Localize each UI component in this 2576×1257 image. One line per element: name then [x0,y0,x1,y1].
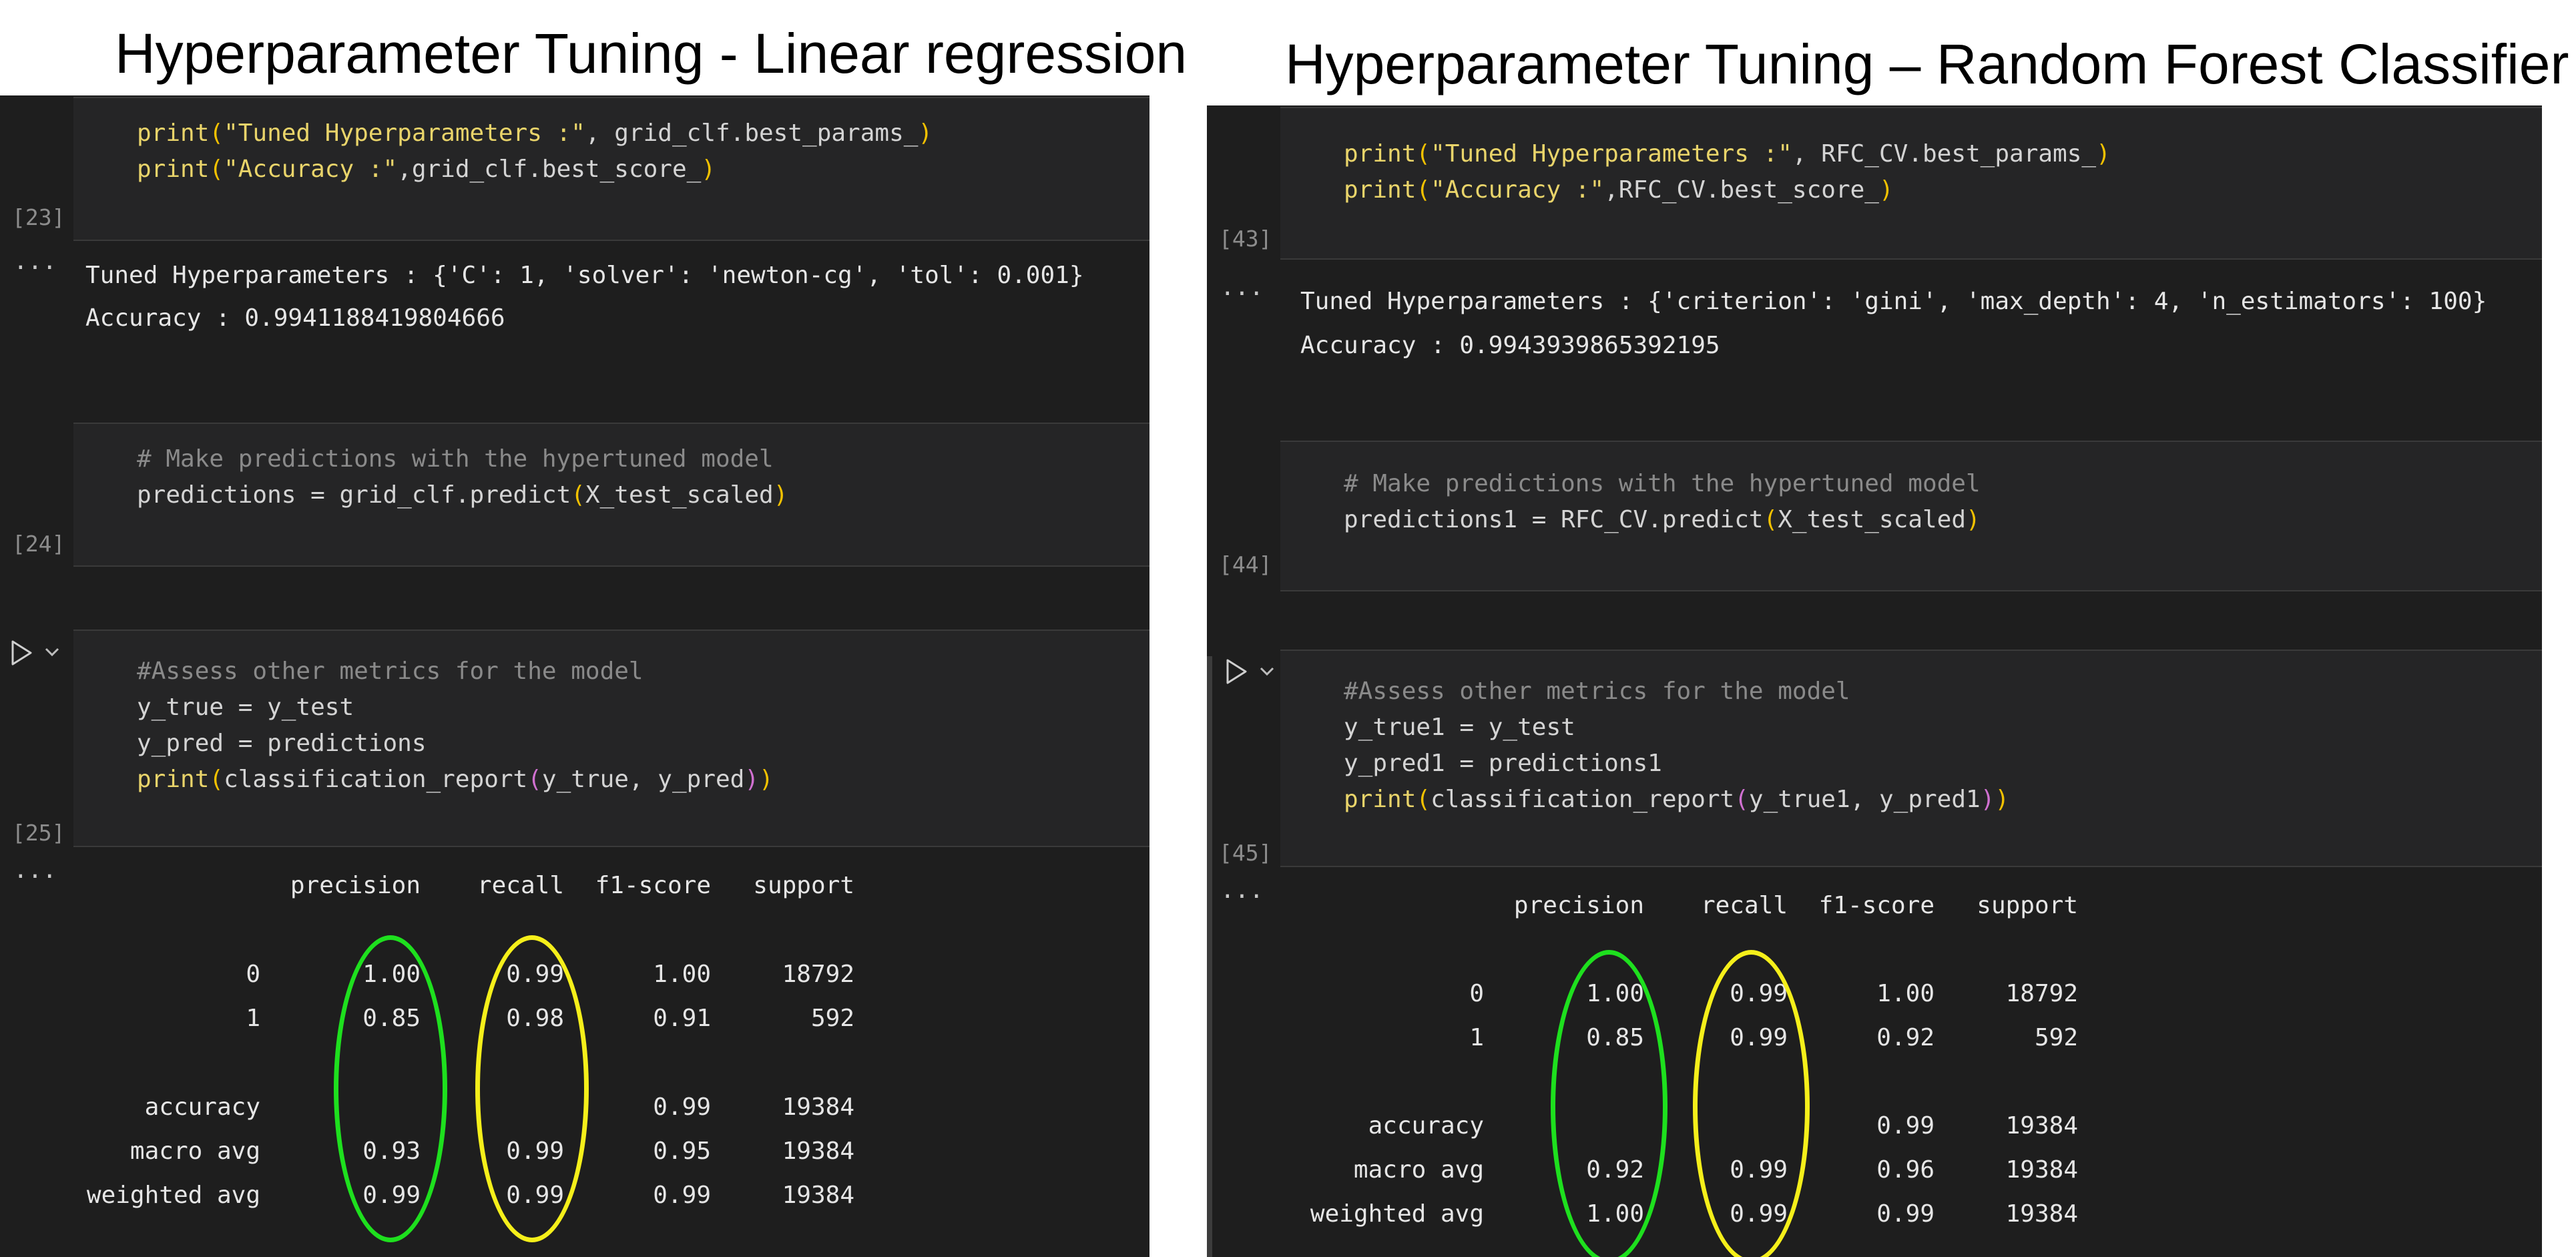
f1-value: 0.99 [653,1182,711,1209]
classification-report: precision recall f1-score support 0 1.00… [0,95,1149,1257]
support-value: 19384 [782,1138,854,1165]
row-label: weighted avg [1310,1200,1484,1228]
col-header-f1-score: f1-score [595,872,711,899]
f1-value: 0.91 [653,1005,711,1032]
left-notebook-panel: print("Tuned Hyperparameters :", grid_cl… [0,95,1149,1257]
f1-value: 0.95 [653,1138,711,1165]
row-label: 0 [1469,980,1484,1007]
support-value: 19384 [2005,1156,2078,1184]
right-notebook-panel: print("Tuned Hyperparameters :", RFC_CV.… [1207,105,2542,1257]
f1-value: 0.92 [1876,1024,1935,1051]
col-header-recall: recall [1700,892,1788,919]
f1-value: 0.99 [1876,1200,1935,1228]
left-panel-title: Hyperparameter Tuning - Linear regressio… [115,22,1188,85]
right-panel-title: Hyperparameter Tuning – Random Forest Cl… [1285,33,2569,95]
support-value: 19384 [2005,1112,2078,1140]
col-header-f1-score: f1-score [1818,892,1935,919]
row-label: weighted avg [86,1182,260,1209]
recall-highlight-ellipse [1693,950,1810,1257]
col-header-support: support [753,872,854,899]
support-value: 19384 [782,1182,854,1209]
support-value: 18792 [2005,980,2078,1007]
row-label: 1 [246,1005,260,1032]
row-label: 1 [1469,1024,1484,1051]
support-value: 19384 [2005,1200,2078,1228]
support-value: 18792 [782,961,854,988]
precision-highlight-ellipse [1551,950,1667,1257]
f1-value: 1.00 [653,961,711,988]
f1-value: 1.00 [1876,980,1935,1007]
row-label: macro avg [1353,1156,1484,1184]
precision-highlight-ellipse [334,935,447,1242]
support-value: 592 [2034,1024,2078,1051]
row-label: accuracy [144,1093,260,1121]
row-label: 0 [246,961,260,988]
classification-report: precision recall f1-score support 0 1.00… [1207,105,2542,1257]
row-label: accuracy [1368,1112,1484,1140]
col-header-recall: recall [477,872,564,899]
recall-highlight-ellipse [475,935,589,1242]
col-header-support: support [1977,892,2078,919]
support-value: 19384 [782,1093,854,1121]
col-header-precision: precision [1513,892,1644,919]
f1-value: 0.99 [1876,1112,1935,1140]
f1-value: 0.96 [1876,1156,1935,1184]
support-value: 592 [810,1005,854,1032]
f1-value: 0.99 [653,1093,711,1121]
row-label: macro avg [130,1138,260,1165]
col-header-precision: precision [290,872,421,899]
